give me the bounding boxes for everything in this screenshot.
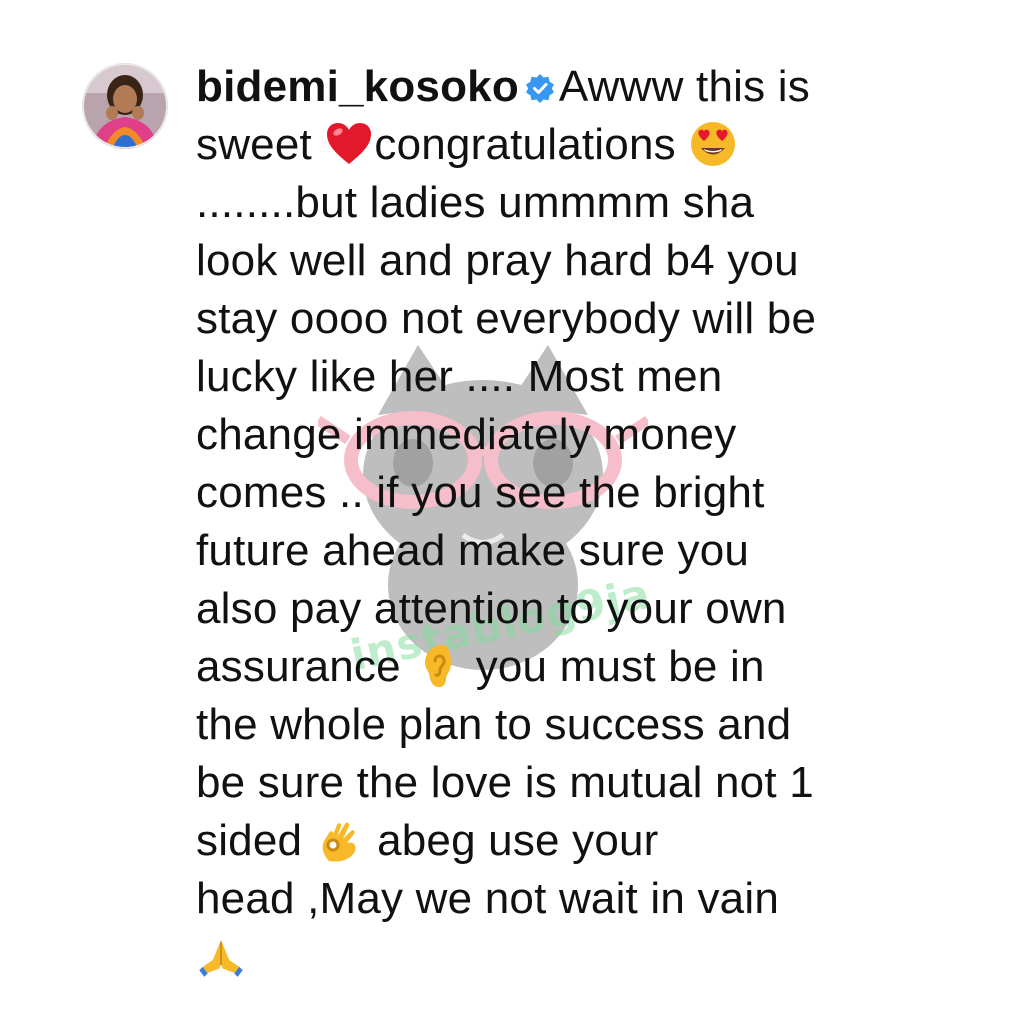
comment-line-8: comes .. if you see the bright xyxy=(196,468,765,517)
verified-badge-icon xyxy=(525,74,554,103)
comment-text-line: assurance xyxy=(196,642,401,691)
comment-line-7: change immediately money xyxy=(196,410,737,459)
folded-hands-icon xyxy=(199,940,243,977)
comment-line-16 xyxy=(196,928,936,986)
comment-line-14: sided abeg use your xyxy=(196,812,936,870)
comment-line-10: also pay attention to your own xyxy=(196,584,787,633)
comment-line-4: look well and pray hard b4 you xyxy=(196,236,799,285)
comment-text-line: sided xyxy=(196,816,303,865)
username-link[interactable]: bidemi_kosoko xyxy=(196,62,519,111)
comment-line-15: head ,May we not wait in vain xyxy=(196,874,779,923)
comment-line-2: sweet congratulations xyxy=(196,116,936,174)
comment-screenshot: instablog9ja bidemi_kosoko Awww this is … xyxy=(0,0,1024,1024)
ear-icon xyxy=(425,645,452,687)
comment-text-line: you must be in xyxy=(475,642,765,691)
avatar[interactable] xyxy=(82,63,168,149)
ok-hand-icon xyxy=(322,822,356,862)
comment-line-9: future ahead make sure you xyxy=(196,526,750,575)
comment-line-6: lucky like her .... Most men xyxy=(196,352,723,401)
comment-line-11: assurance you must be in xyxy=(196,638,936,696)
heart-eyes-icon xyxy=(691,122,736,166)
comment-line-13: be sure the love is mutual not 1 xyxy=(196,758,814,807)
comment-line-5: stay oooo not everybody will be xyxy=(196,294,817,343)
comment-text-line: congratulations xyxy=(374,120,676,169)
comment-line-1: bidemi_kosoko Awww this is xyxy=(196,58,936,116)
comment-body: bidemi_kosoko Awww this is sweet congrat… xyxy=(196,58,936,986)
red-heart-icon xyxy=(327,123,372,164)
comment-line-12: the whole plan to success and xyxy=(196,700,792,749)
comment-text-line: abeg use your xyxy=(377,816,659,865)
comment-line-3: ........but ladies ummmm sha xyxy=(196,178,755,227)
comment-text-line: sweet xyxy=(196,120,312,169)
comment-text-line: Awww this is xyxy=(558,62,810,111)
